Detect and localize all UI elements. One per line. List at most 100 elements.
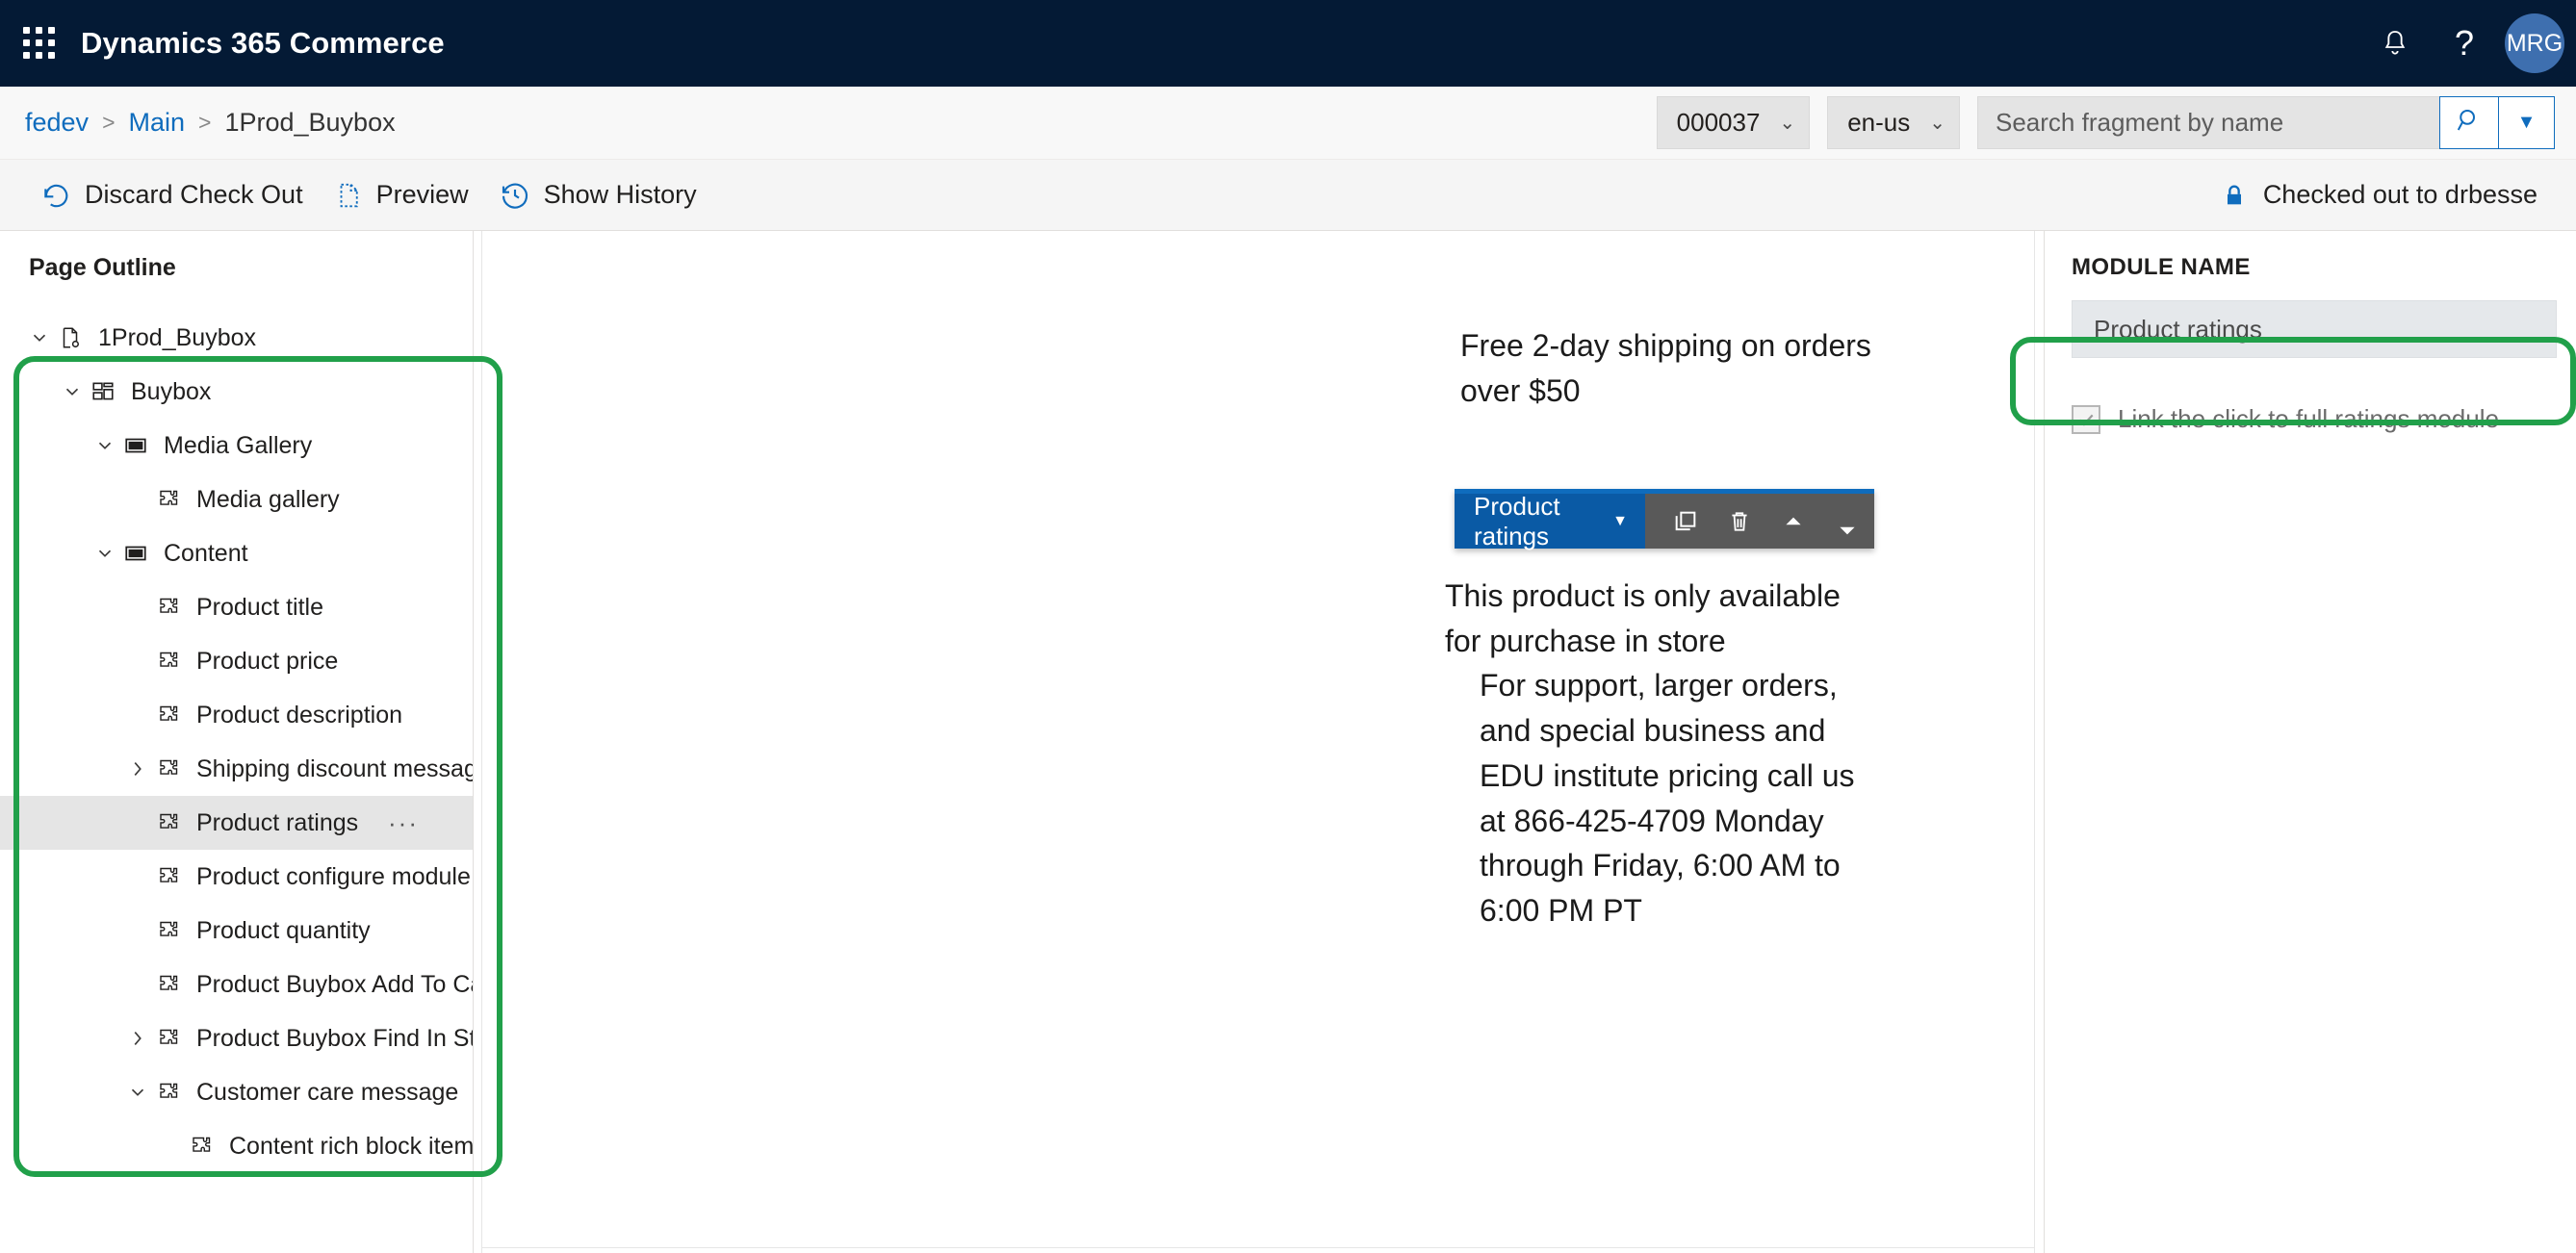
module-icon (152, 703, 185, 727)
properties-section-title: MODULE NAME (2072, 254, 2251, 280)
module-icon (152, 973, 185, 996)
help-icon[interactable]: ? (2430, 0, 2499, 87)
avatar[interactable]: MRG (2505, 13, 2564, 73)
discard-check-out-button[interactable]: Discard Check Out (25, 160, 319, 230)
search-button[interactable] (2439, 96, 2499, 149)
chevron-down-icon[interactable] (58, 377, 87, 406)
module-body-text: This product is only available for purch… (1445, 574, 1876, 933)
channel-select[interactable]: 000037 ⌄ (1656, 96, 1811, 149)
chevron-down-icon[interactable] (90, 539, 119, 568)
chevron-down-icon[interactable] (25, 323, 54, 352)
breadcrumb-item-main[interactable]: Main (129, 108, 186, 138)
chevron-right-icon[interactable] (123, 1024, 152, 1053)
tree-item-label: Product ratings (196, 808, 359, 836)
tree-item-content-rich-block-item-1[interactable]: Content rich block item 1 (0, 1119, 473, 1173)
link-click-checkbox-row[interactable]: Link the click to full ratings module (2072, 404, 2576, 434)
tree-item-customer-care-message[interactable]: Customer care message (0, 1065, 473, 1119)
module-icon (152, 1081, 185, 1104)
tree-item-label: Customer care message (196, 1078, 459, 1106)
tree-item-product-price[interactable]: Product price (0, 634, 473, 688)
tree-item-shipping-discount-message[interactable]: Shipping discount message (0, 742, 473, 796)
search-input[interactable] (1977, 96, 2439, 149)
promo-text: Free 2-day shipping on orders over $50 (1460, 328, 1871, 409)
outline-scrollbar[interactable] (474, 231, 481, 1253)
app-title: Dynamics 365 Commerce (81, 26, 445, 60)
tree-item-media-gallery[interactable]: Media Gallery (0, 419, 473, 473)
chevron-down-icon: ⌄ (1779, 113, 1796, 134)
show-history-button[interactable]: Show History (484, 160, 712, 230)
tree-item-label: Product Buybox Find In Store (196, 1024, 473, 1052)
chevron-right-icon[interactable] (123, 754, 152, 783)
tree-item-1prod-buybox[interactable]: 1Prod_Buybox (0, 311, 473, 365)
module-toolbar-name-label: Product ratings (1474, 491, 1560, 550)
search-dropdown-button[interactable]: ▼ (2499, 96, 2555, 149)
tree-item-label: Media gallery (196, 485, 340, 513)
bell-icon[interactable] (2360, 0, 2430, 87)
tree-item-media-gallery[interactable]: Media gallery (0, 473, 473, 526)
module-icon (152, 865, 185, 888)
chevron-down-icon: ▼ (1612, 512, 1628, 529)
module-body-line-1: This product is only available for purch… (1445, 578, 1841, 658)
tree-item-product-description[interactable]: Product description (0, 688, 473, 742)
locale-select[interactable]: en-us ⌄ (1827, 96, 1960, 149)
tree-item-label: Shipping discount message (196, 754, 474, 782)
tree-item-product-quantity[interactable]: Product quantity (0, 904, 473, 958)
breadcrumb: fedev > Main > 1Prod_Buybox (25, 108, 396, 138)
tree-item-label: Product price (196, 647, 339, 675)
module-name-field[interactable]: Product ratings (2072, 300, 2557, 358)
preview-button[interactable]: Preview (319, 160, 484, 230)
module-body-line-2: For support, larger orders, and special … (1480, 668, 1855, 929)
module-icon (152, 596, 185, 619)
delete-icon[interactable] (1713, 494, 1766, 549)
module-toolbar: Product ratings ▼ (1455, 489, 1874, 550)
tree-item-label: 1Prod_Buybox (98, 323, 257, 351)
command-toolbar-right: Checked out to drbesse (2221, 180, 2537, 211)
breadcrumb-item-current: 1Prod_Buybox (224, 108, 396, 137)
module-name-value: Product ratings (2094, 314, 2262, 344)
tree-item-overflow-icon[interactable]: ··· (388, 808, 419, 838)
chevron-down-icon[interactable] (90, 431, 119, 460)
channel-select-value: 000037 (1676, 108, 1761, 137)
lock-icon (2221, 180, 2248, 211)
tree-item-product-buybox-add-to-cart[interactable]: Product Buybox Add To Cart (0, 958, 473, 1011)
module-properties-panel: MODULE NAME Product ratings Link the cli… (2044, 231, 2576, 1253)
search-area: ▼ (1977, 96, 2555, 149)
breadcrumb-item-fedev[interactable]: fedev (25, 108, 89, 138)
tree-item-label: Buybox (131, 377, 212, 405)
locale-select-value: en-us (1847, 108, 1911, 137)
checkbox-checked-icon[interactable] (2072, 404, 2100, 434)
tree-item-label: Product Buybox Add To Cart (196, 970, 474, 998)
page-canvas: Free 2-day shipping on orders over $50 P… (481, 231, 2035, 1253)
tree-item-label: Product quantity (196, 916, 371, 944)
move-down-icon[interactable] (1820, 494, 1874, 549)
breadcrumb-separator: > (198, 110, 212, 135)
move-up-icon[interactable] (1766, 494, 1820, 549)
page-outline-panel: Page Outline 1Prod_Buybox Buybox Media Gal… (0, 231, 474, 1253)
tree-item-label: Product title (196, 593, 324, 621)
tree-item-label: Product configure module (196, 862, 471, 890)
discard-check-out-label: Discard Check Out (85, 180, 303, 209)
module-icon (152, 650, 185, 673)
tree-item-label: Product description (196, 701, 403, 729)
tree-item-label: Content rich block item 1 (229, 1132, 474, 1160)
history-clock-icon (500, 180, 530, 211)
duplicate-icon[interactable] (1659, 494, 1713, 549)
module-icon (152, 488, 185, 511)
app-launcher-icon[interactable] (23, 27, 56, 60)
tree-item-content[interactable]: Content (0, 526, 473, 580)
undo-icon (40, 180, 71, 211)
tree-item-product-buybox-find-in-store[interactable]: Product Buybox Find In Store (0, 1011, 473, 1065)
tree-item-buybox[interactable]: Buybox (0, 365, 473, 419)
breadcrumb-separator: > (102, 110, 116, 135)
tree-item-product-configure-module[interactable]: Product configure module (0, 850, 473, 904)
module-icon (152, 757, 185, 780)
module-toolbar-name-button[interactable]: Product ratings ▼ (1455, 491, 1645, 550)
tree-item-product-title[interactable]: Product title (0, 580, 473, 634)
module-icon (185, 1135, 218, 1158)
page-outline-title: Page Outline (29, 254, 176, 281)
canvas-bottom-divider (481, 1247, 2035, 1248)
chevron-down-icon: ⌄ (1929, 113, 1945, 134)
chevron-down-icon[interactable] (123, 1078, 152, 1107)
container-icon (119, 433, 152, 458)
tree-item-product-ratings[interactable]: Product ratings ··· (0, 796, 473, 850)
